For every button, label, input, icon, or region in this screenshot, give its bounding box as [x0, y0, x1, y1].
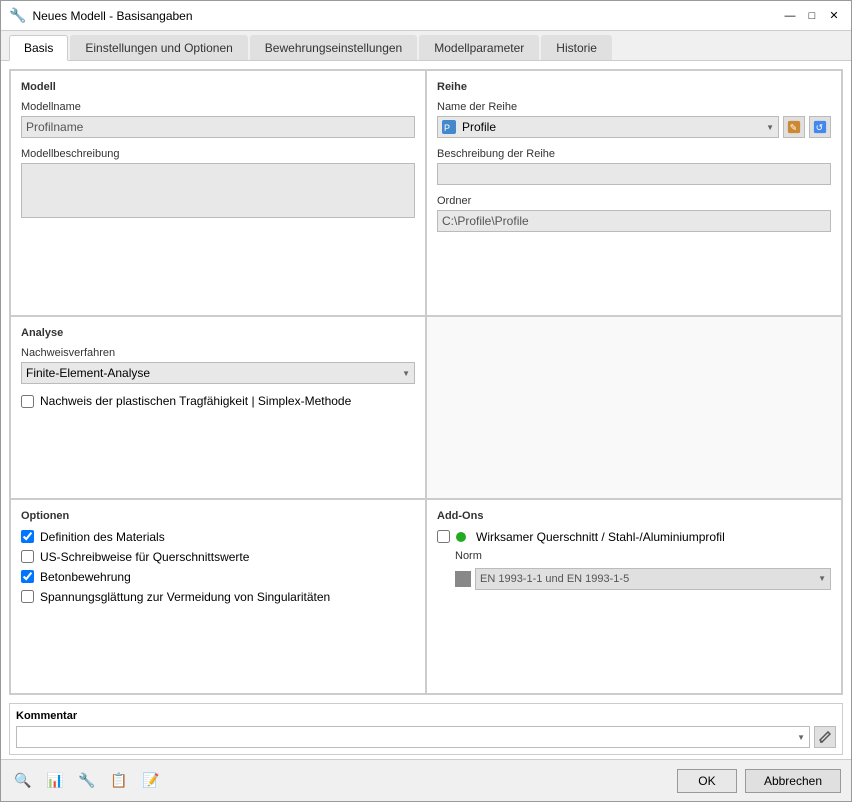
analyse-right-panel	[426, 316, 842, 498]
optionen-cb-3[interactable]	[21, 590, 34, 603]
modellname-input[interactable]	[21, 116, 415, 138]
svg-text:↺: ↺	[816, 123, 823, 133]
footer-table-btn[interactable]: 📊	[43, 769, 67, 793]
norm-row: EN 1993-1-1 und EN 1993-1-5 ▼	[455, 568, 831, 590]
analyse-panel: Analyse Nachweisverfahren Finite-Element…	[10, 316, 426, 498]
norm-label: Norm	[455, 550, 831, 562]
kommentar-edit-btn[interactable]	[814, 726, 836, 748]
kommentar-dropdown[interactable]: ▼	[16, 726, 810, 748]
reihe-name-value: Profile	[462, 120, 496, 134]
main-grid: Modell Modellname Modellbeschreibung Rei…	[9, 69, 843, 695]
optionen-checkbox-0: Definition des Materials	[21, 530, 415, 544]
ordner-label: Ordner	[437, 195, 831, 207]
maximize-button[interactable]: □	[803, 7, 821, 25]
tab-bar: Basis Einstellungen und Optionen Bewehru…	[1, 31, 851, 61]
optionen-cb-2[interactable]	[21, 570, 34, 583]
cancel-button[interactable]: Abbrechen	[745, 769, 841, 793]
footer-icons: 🔍 📊 🔧 📋 📝	[11, 769, 163, 793]
kommentar-section: Kommentar ▼	[9, 703, 843, 755]
reihe-name-dropdown[interactable]: P Profile ▼	[437, 116, 779, 138]
optionen-label-3: Spannungsglättung zur Vermeidung von Sin…	[40, 590, 330, 604]
norm-icon	[455, 571, 471, 587]
reihe-refresh-icon: ↺	[813, 120, 827, 134]
main-window: 🔧 Neues Modell - Basisangaben — □ ✕ Basi…	[0, 0, 852, 802]
modellbeschreibung-label: Modellbeschreibung	[21, 148, 415, 160]
optionen-label-2: Betonbewehrung	[40, 570, 131, 584]
footer-tool3-btn[interactable]: 📝	[139, 769, 163, 793]
svg-text:✎: ✎	[790, 123, 797, 133]
addons-title: Add-Ons	[437, 510, 831, 522]
modell-panel: Modell Modellname Modellbeschreibung	[10, 70, 426, 316]
reihe-edit-btn[interactable]: ✎	[783, 116, 805, 138]
optionen-label-0: Definition des Materials	[40, 530, 165, 544]
analyse-checkbox-row: Nachweis der plastischen Tragfähigkeit |…	[21, 394, 415, 408]
reihe-title: Reihe	[437, 81, 831, 93]
nachweisverfahren-arrow-icon: ▼	[402, 369, 410, 378]
footer-tool2-btn[interactable]: 📋	[107, 769, 131, 793]
reihe-dropdown-icon: P	[442, 120, 456, 134]
window-title: Neues Modell - Basisangaben	[32, 9, 192, 23]
tab-historie[interactable]: Historie	[541, 35, 612, 60]
reihe-refresh-btn[interactable]: ↺	[809, 116, 831, 138]
addons-panel: Add-Ons Wirksamer Querschnitt / Stahl-/A…	[426, 499, 842, 694]
content-area: Modell Modellname Modellbeschreibung Rei…	[1, 61, 851, 759]
analyse-checkbox[interactable]	[21, 395, 34, 408]
kommentar-arrow-icon: ▼	[797, 733, 805, 742]
tab-modellparameter[interactable]: Modellparameter	[419, 35, 539, 60]
optionen-panel: Optionen Definition des Materials US-Sch…	[10, 499, 426, 694]
footer-search-btn[interactable]: 🔍	[11, 769, 35, 793]
title-bar: 🔧 Neues Modell - Basisangaben — □ ✕	[1, 1, 851, 31]
title-bar-left: 🔧 Neues Modell - Basisangaben	[9, 7, 193, 24]
optionen-checkbox-3: Spannungsglättung zur Vermeidung von Sin…	[21, 590, 415, 604]
kommentar-edit-icon	[819, 731, 831, 743]
addons-checkbox-label: Wirksamer Querschnitt / Stahl-/Aluminium…	[476, 530, 725, 544]
nachweisverfahren-dropdown[interactable]: Finite-Element-Analyse ▼	[21, 362, 415, 384]
nachweisverfahren-value: Finite-Element-Analyse	[26, 366, 150, 380]
modellbeschreibung-input[interactable]	[21, 163, 415, 218]
status-dot	[456, 532, 466, 542]
norm-arrow-icon: ▼	[818, 574, 826, 583]
addons-checkbox[interactable]	[437, 530, 450, 543]
nachweisverfahren-label: Nachweisverfahren	[21, 347, 415, 359]
optionen-title: Optionen	[21, 510, 415, 522]
norm-value: EN 1993-1-1 und EN 1993-1-5	[480, 573, 629, 585]
svg-text:P: P	[444, 123, 450, 133]
modellname-label: Modellname	[21, 101, 415, 113]
reihe-panel: Reihe Name der Reihe P Profile ▼	[426, 70, 842, 316]
close-button[interactable]: ✕	[825, 7, 843, 25]
tab-basis[interactable]: Basis	[9, 35, 68, 61]
reihe-name-label: Name der Reihe	[437, 101, 831, 113]
modell-title: Modell	[21, 81, 415, 93]
dropdown-arrow-icon: ▼	[766, 123, 774, 132]
reihe-name-row: P Profile ▼ ✎	[437, 116, 831, 138]
reihe-edit-icon: ✎	[787, 120, 801, 134]
beschreibung-label: Beschreibung der Reihe	[437, 148, 831, 160]
analyse-title: Analyse	[21, 327, 415, 339]
tab-einstellungen[interactable]: Einstellungen und Optionen	[70, 35, 247, 60]
analyse-checkbox-label: Nachweis der plastischen Tragfähigkeit |…	[40, 394, 351, 408]
ok-button[interactable]: OK	[677, 769, 737, 793]
title-bar-controls: — □ ✕	[781, 7, 843, 25]
footer-bar: 🔍 📊 🔧 📋 📝 OK Abbrechen	[1, 759, 851, 801]
optionen-checkbox-1: US-Schreibweise für Querschnittswerte	[21, 550, 415, 564]
norm-dropdown[interactable]: EN 1993-1-1 und EN 1993-1-5 ▼	[475, 568, 831, 590]
optionen-cb-0[interactable]	[21, 530, 34, 543]
tab-bewehrung[interactable]: Bewehrungseinstellungen	[250, 35, 417, 60]
kommentar-label: Kommentar	[16, 710, 836, 722]
footer-right: OK Abbrechen	[677, 769, 841, 793]
optionen-checkbox-2: Betonbewehrung	[21, 570, 415, 584]
optionen-label-1: US-Schreibweise für Querschnittswerte	[40, 550, 249, 564]
minimize-button[interactable]: —	[781, 7, 799, 25]
ordner-value: C:\Profile\Profile	[437, 210, 831, 232]
footer-tool1-btn[interactable]: 🔧	[75, 769, 99, 793]
addons-checkbox-row: Wirksamer Querschnitt / Stahl-/Aluminium…	[437, 530, 831, 544]
beschreibung-input[interactable]	[437, 163, 831, 185]
window-icon: 🔧	[9, 7, 26, 24]
optionen-cb-1[interactable]	[21, 550, 34, 563]
kommentar-input-row: ▼	[16, 726, 836, 748]
